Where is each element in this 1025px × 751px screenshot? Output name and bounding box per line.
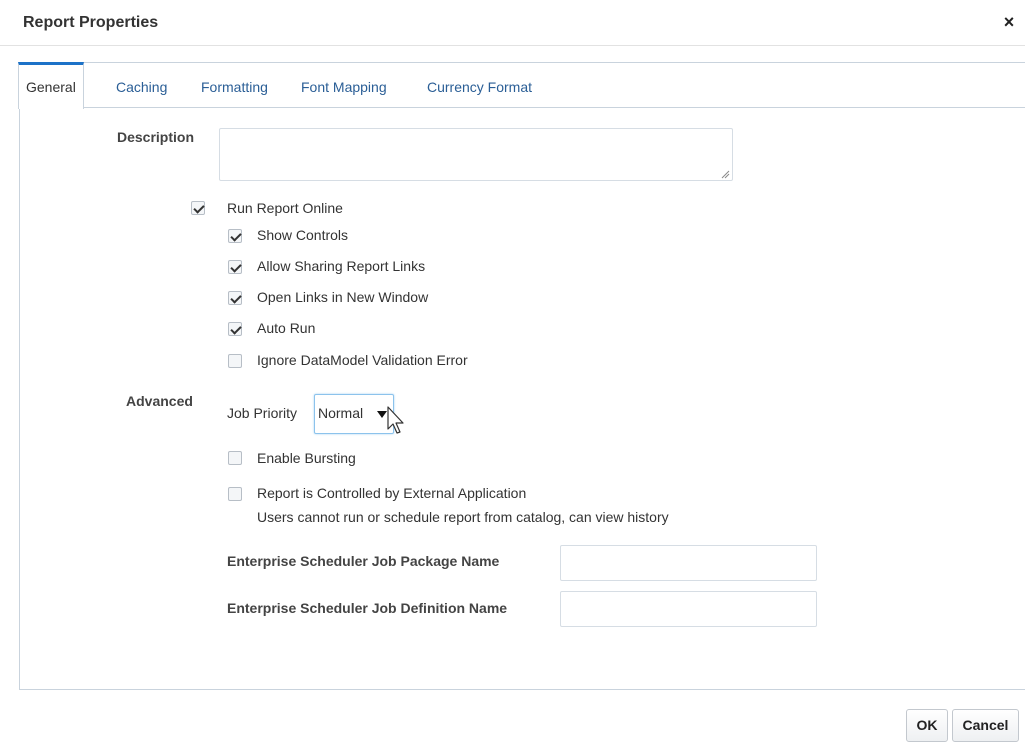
run-report-online-checkbox[interactable] xyxy=(191,201,205,215)
ok-button[interactable]: OK xyxy=(906,709,948,742)
job-priority-value: Normal xyxy=(318,405,364,421)
open-new-window-label: Open Links in New Window xyxy=(257,289,429,305)
ess-package-label: Enterprise Scheduler Job Package Name xyxy=(227,553,500,569)
external-app-checkbox[interactable] xyxy=(228,487,242,501)
ignore-validation-checkbox[interactable] xyxy=(228,354,242,368)
allow-sharing-checkbox[interactable] xyxy=(228,260,242,274)
tab-font-mapping[interactable]: Font Mapping xyxy=(301,62,387,108)
tab-currency-format[interactable]: Currency Format xyxy=(427,62,532,108)
auto-run-checkbox[interactable] xyxy=(228,322,242,336)
resize-grip-icon[interactable] xyxy=(721,170,730,179)
tab-general[interactable]: General xyxy=(18,62,84,109)
show-controls-checkbox[interactable] xyxy=(228,229,242,243)
tab-formatting[interactable]: Formatting xyxy=(201,62,268,108)
enable-bursting-checkbox[interactable] xyxy=(228,451,242,465)
ignore-validation-label: Ignore DataModel Validation Error xyxy=(257,352,468,368)
open-new-window-checkbox[interactable] xyxy=(228,291,242,305)
dialog-title: Report Properties xyxy=(23,14,159,31)
description-textarea[interactable] xyxy=(219,128,733,181)
run-report-online-label: Run Report Online xyxy=(227,200,343,216)
ess-definition-input[interactable] xyxy=(560,591,817,627)
job-priority-label: Job Priority xyxy=(227,405,298,421)
show-controls-label: Show Controls xyxy=(257,227,349,243)
enable-bursting-label: Enable Bursting xyxy=(257,450,356,466)
mouse-pointer-icon xyxy=(387,406,404,434)
tab-caching[interactable]: Caching xyxy=(116,62,167,108)
external-app-label: Report is Controlled by External Applica… xyxy=(257,485,527,501)
ess-package-input[interactable] xyxy=(560,545,817,581)
advanced-label: Advanced xyxy=(126,393,193,409)
auto-run-label: Auto Run xyxy=(257,320,316,336)
allow-sharing-label: Allow Sharing Report Links xyxy=(257,258,426,274)
job-priority-select[interactable]: Normal xyxy=(314,394,394,434)
ess-definition-label: Enterprise Scheduler Job Definition Name xyxy=(227,600,508,616)
close-icon[interactable]: × xyxy=(999,10,1019,34)
external-app-note: Users cannot run or schedule report from… xyxy=(257,509,669,525)
cancel-button[interactable]: Cancel xyxy=(952,709,1019,742)
tab-bar: General Caching Formatting Font Mapping … xyxy=(18,62,1025,109)
description-label: Description xyxy=(117,129,195,145)
dialog-title-bar: Report Properties × xyxy=(0,0,1025,46)
